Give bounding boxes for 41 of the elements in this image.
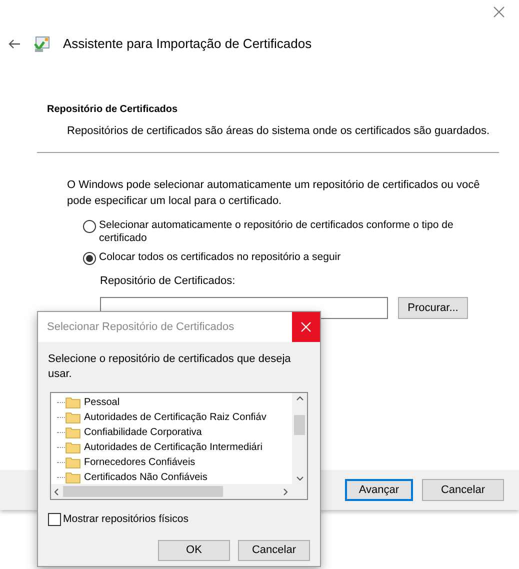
dialog-prompt: Selecione o repositório de certificados que deseja usar.	[47, 352, 292, 382]
radio-button[interactable]	[83, 252, 96, 264]
scroll-up-icon[interactable]	[296, 396, 304, 401]
certificate-wizard-icon	[33, 35, 51, 53]
footer-button[interactable]: Cancelar	[422, 479, 504, 501]
back-arrow-icon[interactable]	[8, 39, 21, 49]
tree-item[interactable]: Autoridades de Certificação Intermediári	[81, 440, 262, 455]
tree-item[interactable]: Autoridades de Certificação Raiz Confiáv	[81, 410, 266, 425]
scroll-right-icon[interactable]	[283, 488, 288, 496]
close-icon[interactable]	[493, 6, 505, 18]
section-heading: Repositório de Certificados	[47, 103, 179, 117]
folder-icon	[65, 396, 81, 409]
close-icon	[301, 322, 311, 332]
browse-button[interactable]: Procurar...	[398, 297, 468, 319]
dialog-button[interactable]: Cancelar	[238, 540, 310, 561]
intro-text: O Windows pode selecionar automaticamente um repositório de certificados ou você pode especificar um local para o certificado.	[67, 178, 481, 208]
folder-icon	[65, 411, 81, 424]
section-description: Repositórios de certificados são áreas do sistema onde os certificados são guardados.	[66, 124, 491, 139]
dialog-close-button[interactable]	[292, 312, 320, 342]
window-title: Assistente para Importação de Certificados	[63, 35, 312, 54]
footer-button[interactable]: Avançar	[345, 479, 413, 501]
radio-label: Selecionar automaticamente o repositório de certificados conforme o tipo de certificado	[99, 218, 454, 244]
scrollbar-thumb[interactable]	[63, 486, 223, 497]
tree-item[interactable]: Fornecedores Confiáveis	[81, 455, 196, 470]
checkbox[interactable]	[48, 513, 61, 526]
checkbox-label: Mostrar repositórios físicos	[63, 512, 188, 527]
tree-item[interactable]: Pessoal	[81, 395, 120, 410]
radio-label: Colocar todos os certificados no repositório a seguir	[99, 250, 341, 264]
radio-button[interactable]	[83, 220, 96, 232]
store-label: Repositório de Certificados:	[100, 274, 236, 288]
dialog-title: Selecionar Repositório de Certificados	[46, 320, 234, 335]
dialog-button[interactable]: OK	[158, 540, 230, 561]
folder-icon	[65, 441, 81, 454]
scrollbar-thumb[interactable]	[294, 414, 305, 434]
scroll-left-icon[interactable]	[54, 488, 59, 496]
scroll-down-icon[interactable]	[296, 476, 304, 481]
horizontal-scrollbar[interactable]	[51, 484, 307, 499]
folder-icon	[65, 426, 81, 439]
tree-item[interactable]: Confiabilidade Corporativa	[81, 425, 202, 440]
tree-item[interactable]: Certificados Não Confiáveis	[81, 470, 208, 484]
vertical-scrollbar[interactable]	[292, 393, 307, 484]
